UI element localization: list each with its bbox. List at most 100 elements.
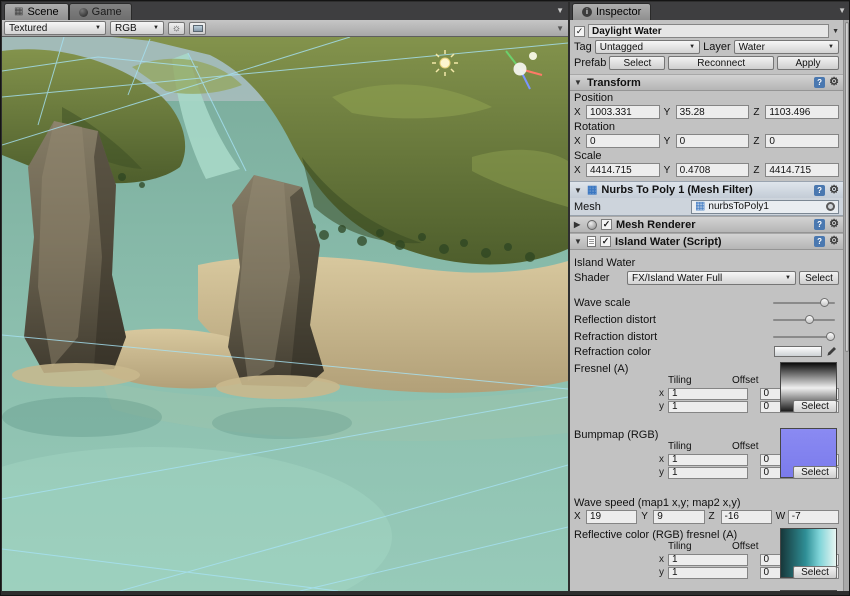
refraction-distort-slider[interactable]: [773, 330, 835, 343]
transform-header[interactable]: ▼ Transform ? ⚙: [570, 74, 843, 91]
tab-scene[interactable]: ▦ Scene: [4, 3, 69, 20]
reflective-tiling-y-field[interactable]: [668, 567, 748, 579]
row-x-label: x: [656, 454, 664, 465]
inspector-body: ✓ ▼ Tag Untagged ▼ Layer Water ▼ Prefab …: [570, 20, 843, 591]
bumpmap-select-button[interactable]: Select: [793, 466, 837, 479]
prefab-apply-button[interactable]: Apply: [777, 56, 839, 70]
gear-icon[interactable]: ⚙: [829, 77, 839, 88]
scene-viewport[interactable]: [2, 37, 568, 591]
draw-mode-value: Textured: [9, 23, 47, 34]
bumpmap-tiling-x-field[interactable]: [668, 454, 748, 466]
water-script-title: Island Water (Script): [615, 236, 722, 248]
mesh-renderer-header[interactable]: ▶ ✓ Mesh Renderer ? ⚙: [570, 216, 843, 233]
y-axis-label: Y: [664, 165, 673, 176]
wave-speed-w-field[interactable]: [788, 510, 839, 524]
shader-dropdown[interactable]: FX/Island Water Full ▼: [627, 271, 796, 285]
scrollbar-thumb[interactable]: [845, 22, 849, 352]
wave-speed-x-field[interactable]: [586, 510, 637, 524]
draw-mode-dropdown[interactable]: Textured ▼: [4, 21, 106, 35]
scale-fields: X Y Z: [570, 162, 843, 178]
inspector-tabstrip: i Inspector ▼: [570, 2, 850, 20]
fresnel-tiling-y-field[interactable]: [668, 401, 748, 413]
reflective-tiling-x-field[interactable]: [668, 554, 748, 566]
rotation-y-field[interactable]: [676, 134, 750, 148]
tab-game[interactable]: Game: [69, 3, 132, 20]
layer-label: Layer: [703, 41, 731, 53]
mesh-object-field[interactable]: ▦ nurbsToPoly1: [691, 200, 839, 214]
object-picker-icon[interactable]: [826, 202, 835, 211]
gear-icon[interactable]: ⚙: [829, 236, 839, 247]
wave-speed-label: Wave speed (map1 x,y; map2 x,y): [570, 496, 843, 509]
script-icon: [587, 236, 596, 247]
prefab-select-button[interactable]: Select: [609, 56, 665, 70]
mesh-value: nurbsToPoly1: [708, 201, 769, 212]
eyedropper-icon[interactable]: [825, 346, 837, 358]
slider-thumb[interactable]: [826, 332, 835, 341]
water-script-header[interactable]: ▼ ✓ Island Water (Script) ? ⚙: [570, 233, 843, 250]
scene-panel-menu-icon[interactable]: ▼: [556, 6, 564, 15]
scale-x-field[interactable]: [586, 163, 660, 177]
gameobject-name-field[interactable]: [588, 24, 829, 38]
rotation-x-field[interactable]: [586, 134, 660, 148]
shader-row: Shader FX/Island Water Full ▼ Select: [570, 270, 843, 286]
mesh-icon: ▦: [587, 185, 597, 196]
foldout-open-icon[interactable]: ▼: [574, 186, 583, 195]
inspector-menu-icon[interactable]: ▼: [838, 6, 846, 15]
foldout-open-icon[interactable]: ▼: [574, 78, 583, 87]
layer-dropdown[interactable]: Water ▼: [734, 40, 839, 54]
tiling-header: Tiling: [668, 441, 720, 452]
position-x-field[interactable]: [586, 105, 660, 119]
mesh-filter-header[interactable]: ▼ ▦ Nurbs To Poly 1 (Mesh Filter) ? ⚙: [570, 181, 843, 198]
scene-panel: ▦ Scene Game ▼ Textured ▼ RGB ▼ ☼ ▼: [2, 2, 568, 591]
chevron-down-icon: ▼: [785, 275, 791, 281]
gear-icon[interactable]: ⚙: [829, 219, 839, 230]
position-z-field[interactable]: [765, 105, 839, 119]
scale-y-field[interactable]: [676, 163, 750, 177]
slider-thumb[interactable]: [820, 298, 829, 307]
help-icon[interactable]: ?: [814, 185, 825, 196]
scene-grid-icon: ▦: [14, 7, 23, 17]
wave-speed-fields: X Y Z W: [570, 509, 843, 524]
x-axis-label: X: [574, 107, 583, 118]
game-icon: [79, 8, 88, 17]
reflective-cube-preview[interactable]: [780, 590, 837, 591]
wave-speed-y-field[interactable]: [653, 510, 704, 524]
wave-speed-z-field[interactable]: [721, 510, 772, 524]
help-icon[interactable]: ?: [814, 236, 825, 247]
prefab-reconnect-button[interactable]: Reconnect: [668, 56, 774, 70]
static-dropdown-icon[interactable]: ▼: [832, 28, 839, 35]
z-axis-label: Z: [753, 107, 762, 118]
shader-select-button[interactable]: Select: [799, 271, 839, 285]
bumpmap-tiling-y-field[interactable]: [668, 467, 748, 479]
mesh-renderer-enabled-checkbox[interactable]: ✓: [601, 219, 612, 230]
slider-thumb[interactable]: [805, 315, 814, 324]
render-mode-dropdown[interactable]: RGB ▼: [110, 21, 164, 35]
fresnel-tiling-x-field[interactable]: [668, 388, 748, 400]
gear-icon[interactable]: ⚙: [829, 185, 839, 196]
wave-scale-slider[interactable]: [773, 296, 835, 309]
active-checkbox[interactable]: ✓: [574, 26, 585, 37]
tab-game-label: Game: [92, 6, 122, 18]
chevron-down-icon: ▼: [689, 44, 695, 50]
foldout-closed-icon[interactable]: ▶: [574, 220, 583, 229]
fresnel-select-button[interactable]: Select: [793, 400, 837, 413]
position-y-field[interactable]: [676, 105, 750, 119]
scale-z-field[interactable]: [765, 163, 839, 177]
help-icon[interactable]: ?: [814, 77, 825, 88]
prefab-row: Prefab Select Reconnect Apply: [570, 55, 843, 71]
scene-overlay-toggle-button[interactable]: [189, 22, 206, 35]
foldout-open-icon[interactable]: ▼: [574, 237, 583, 246]
help-icon[interactable]: ?: [814, 219, 825, 230]
scene-toolbar-menu-icon[interactable]: ▼: [556, 24, 564, 33]
inspector-scrollbar[interactable]: [843, 20, 850, 591]
reflection-distort-slider[interactable]: [773, 313, 835, 326]
reflective-select-button[interactable]: Select: [793, 566, 837, 579]
tag-dropdown[interactable]: Untagged ▼: [595, 40, 700, 54]
water-script-enabled-checkbox[interactable]: ✓: [600, 236, 611, 247]
rotation-z-field[interactable]: [765, 134, 839, 148]
tab-scene-label: Scene: [27, 6, 58, 18]
scene-lighting-toggle-button[interactable]: ☼: [168, 22, 185, 35]
refraction-color-swatch[interactable]: [774, 346, 822, 357]
tab-inspector[interactable]: i Inspector: [572, 3, 651, 20]
x-axis-label: X: [574, 165, 583, 176]
